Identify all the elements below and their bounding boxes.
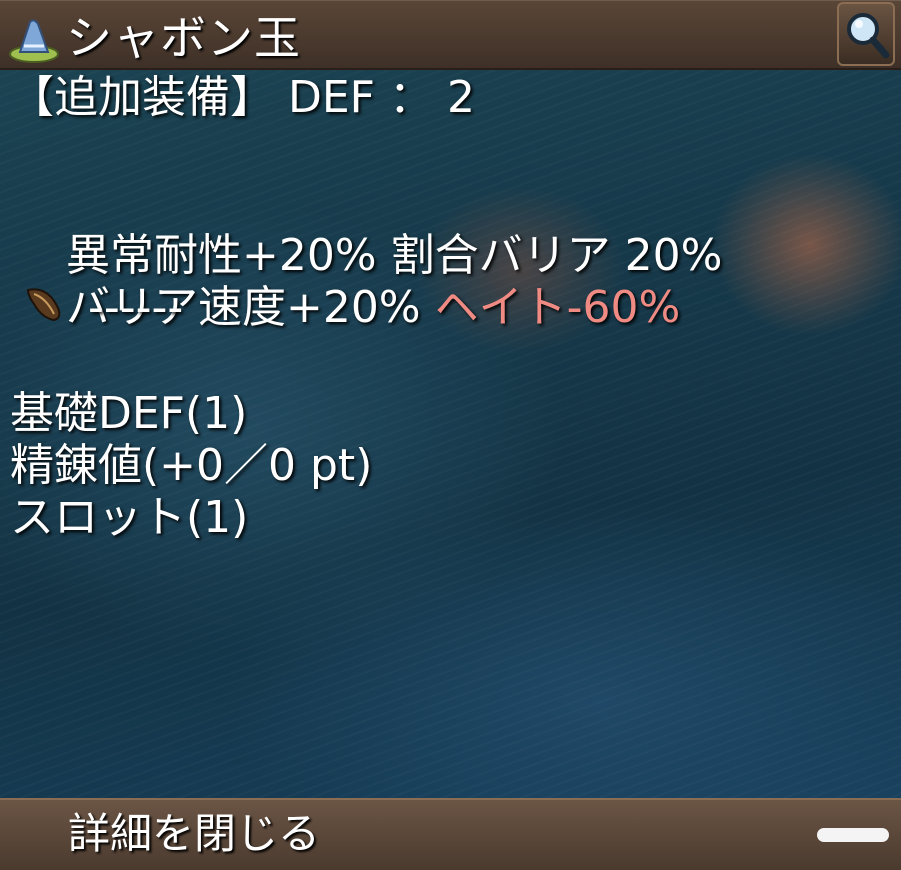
- hate-text: ヘイト-60%: [434, 282, 681, 333]
- magnifier-button[interactable]: [837, 2, 895, 66]
- title-bar: シャボン玉: [0, 0, 901, 70]
- stat-line-2: バリア速度+20% ヘイト-60%: [10, 230, 680, 333]
- footer-bar: 詳細を閉じる: [0, 798, 901, 870]
- card-slot-text: ------: [88, 282, 184, 333]
- magnifier-icon: [847, 13, 890, 59]
- slots-text: スロット(1): [10, 492, 249, 543]
- stat-line-1: 異常耐性+20% 割合バリア 20%: [10, 178, 722, 281]
- item-title: シャボン玉: [66, 11, 301, 65]
- wizard-hat-icon: [9, 19, 59, 63]
- drag-handle[interactable]: [817, 828, 889, 842]
- item-details: 【追加装備】 DEF ： 2 異常耐性+20% 割合バリア 20% バリア速度+…: [10, 70, 901, 694]
- refine-text: 精錬値(+0／0 pt): [10, 440, 373, 491]
- additional-equipment-line: 【追加装備】 DEF ： 2: [10, 72, 475, 123]
- close-details-button[interactable]: 詳細を閉じる: [68, 806, 320, 862]
- base-def-text: 基礎DEF(1): [10, 388, 248, 439]
- seed-icon: [26, 288, 61, 322]
